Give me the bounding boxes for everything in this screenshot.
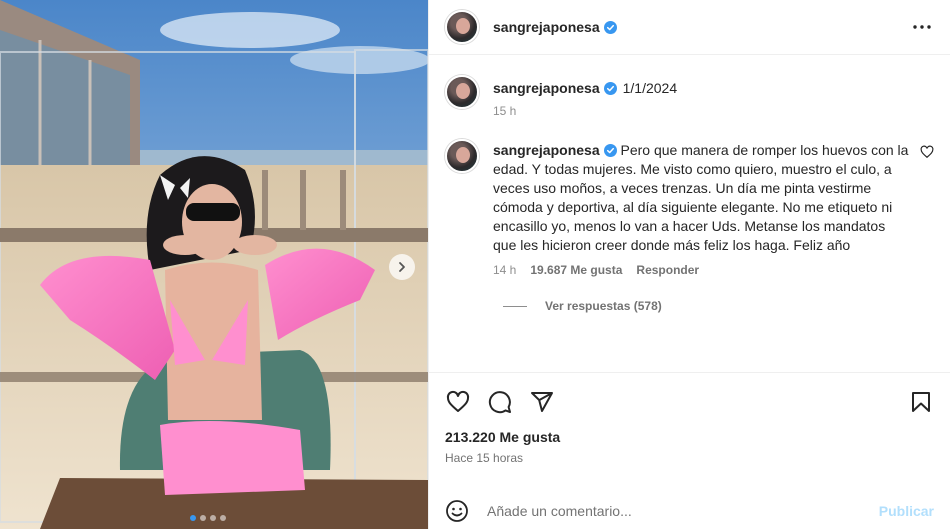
- comment-button[interactable]: [487, 389, 513, 415]
- comment-icon: [488, 391, 511, 414]
- view-replies-label: Ver respuestas (578): [545, 299, 662, 313]
- more-options-button[interactable]: [910, 15, 934, 39]
- like-button[interactable]: [445, 389, 471, 415]
- verified-icon: [603, 144, 617, 157]
- author-username-text[interactable]: sangrejaponesa: [493, 19, 600, 35]
- carousel-dots: [190, 515, 226, 521]
- post-timestamp[interactable]: Hace 15 horas: [445, 451, 934, 465]
- verified-icon: [603, 82, 617, 95]
- comment-input[interactable]: [487, 502, 879, 519]
- post-comment-button[interactable]: Publicar: [879, 503, 934, 519]
- caption-text: 1/1/2024: [622, 80, 678, 96]
- post-likes-count[interactable]: 213.220 Me gusta: [445, 429, 934, 445]
- comment-likes[interactable]: 19.687 Me gusta: [530, 263, 622, 277]
- replies-divider-line: [503, 305, 527, 307]
- post-photo[interactable]: [0, 0, 428, 529]
- carousel-dot-1[interactable]: [190, 515, 196, 521]
- caption-username[interactable]: sangrejaponesa: [493, 80, 600, 96]
- post-header: sangrejaponesa: [429, 0, 950, 55]
- more-icon: [913, 25, 931, 29]
- comments-area[interactable]: sangrejaponesa 1/1/2024 15 h sangrejapone…: [429, 56, 950, 372]
- caption-time[interactable]: 15 h: [493, 104, 516, 118]
- chevron-right-icon: [399, 262, 405, 272]
- save-button[interactable]: [908, 389, 934, 415]
- post-side-panel: sangrejaponesa sangrejaponesa 1/1/2024 15…: [428, 0, 950, 529]
- verified-icon: [603, 21, 617, 34]
- carousel-next-button[interactable]: [389, 254, 415, 280]
- photo-illustration: [0, 0, 428, 529]
- bookmark-icon: [912, 392, 930, 412]
- share-icon: [531, 392, 553, 412]
- comment-like-heart-icon[interactable]: [920, 145, 934, 159]
- caption-avatar[interactable]: [445, 75, 479, 109]
- view-replies-button[interactable]: Ver respuestas (578): [503, 299, 950, 313]
- comment-username[interactable]: sangrejaponesa: [493, 142, 600, 158]
- carousel-dot-4[interactable]: [220, 515, 226, 521]
- comment-time[interactable]: 14 h: [493, 263, 516, 277]
- caption-row: sangrejaponesa 1/1/2024 15 h: [429, 73, 950, 118]
- heart-icon: [446, 390, 470, 412]
- carousel-dot-2[interactable]: [200, 515, 206, 521]
- author-username[interactable]: sangrejaponesa: [493, 19, 617, 35]
- emoji-icon[interactable]: [445, 499, 469, 523]
- carousel-dot-3[interactable]: [210, 515, 216, 521]
- comment-text: Pero que manera de romper los huevos con…: [493, 142, 909, 253]
- comment-composer: Publicar: [429, 492, 950, 529]
- share-button[interactable]: [529, 389, 555, 415]
- reply-button[interactable]: Responder: [636, 263, 699, 277]
- comment-avatar[interactable]: [445, 139, 479, 173]
- comment-row: sangrejaponesa Pero que manera de romper…: [429, 137, 950, 277]
- author-avatar[interactable]: [445, 10, 479, 44]
- post-actions: 213.220 Me gusta Hace 15 horas: [429, 372, 950, 465]
